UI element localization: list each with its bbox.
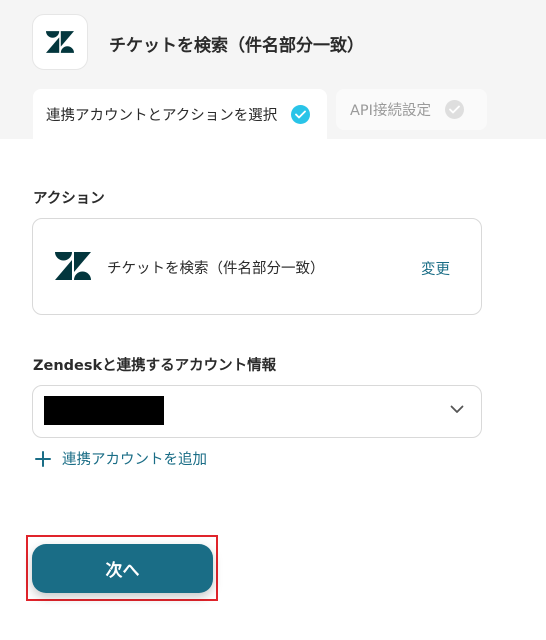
account-select[interactable] xyxy=(32,385,482,438)
add-account-label: 連携アカウントを追加 xyxy=(62,452,207,468)
account-label: Zendeskと連携するアカウント情報 xyxy=(33,358,277,374)
tab-api-settings[interactable]: API接続設定 xyxy=(336,89,487,130)
redacted-account-value xyxy=(44,396,164,425)
app-logo xyxy=(32,14,88,70)
action-label: アクション xyxy=(33,191,105,207)
check-circle-icon xyxy=(444,100,464,119)
tab-label: 連携アカウントとアクションを選択 xyxy=(46,107,278,124)
tab-label: API接続設定 xyxy=(350,103,431,119)
tab-account-action[interactable]: 連携アカウントとアクションを選択 xyxy=(33,89,327,139)
check-circle-icon xyxy=(291,104,311,124)
zendesk-logo-icon xyxy=(55,252,91,280)
action-card: チケットを検索（件名部分一致） 変更 xyxy=(32,218,482,315)
chevron-down-icon xyxy=(450,405,464,413)
page-title: チケットを検索（件名部分一致） xyxy=(109,36,364,56)
zendesk-logo-icon xyxy=(46,31,74,53)
action-name: チケットを検索（件名部分一致） xyxy=(107,261,325,277)
plus-icon xyxy=(35,450,51,467)
add-account-link[interactable]: 連携アカウントを追加 xyxy=(35,448,207,469)
next-button[interactable]: 次へ xyxy=(32,544,213,593)
change-action-link[interactable]: 変更 xyxy=(421,258,450,279)
